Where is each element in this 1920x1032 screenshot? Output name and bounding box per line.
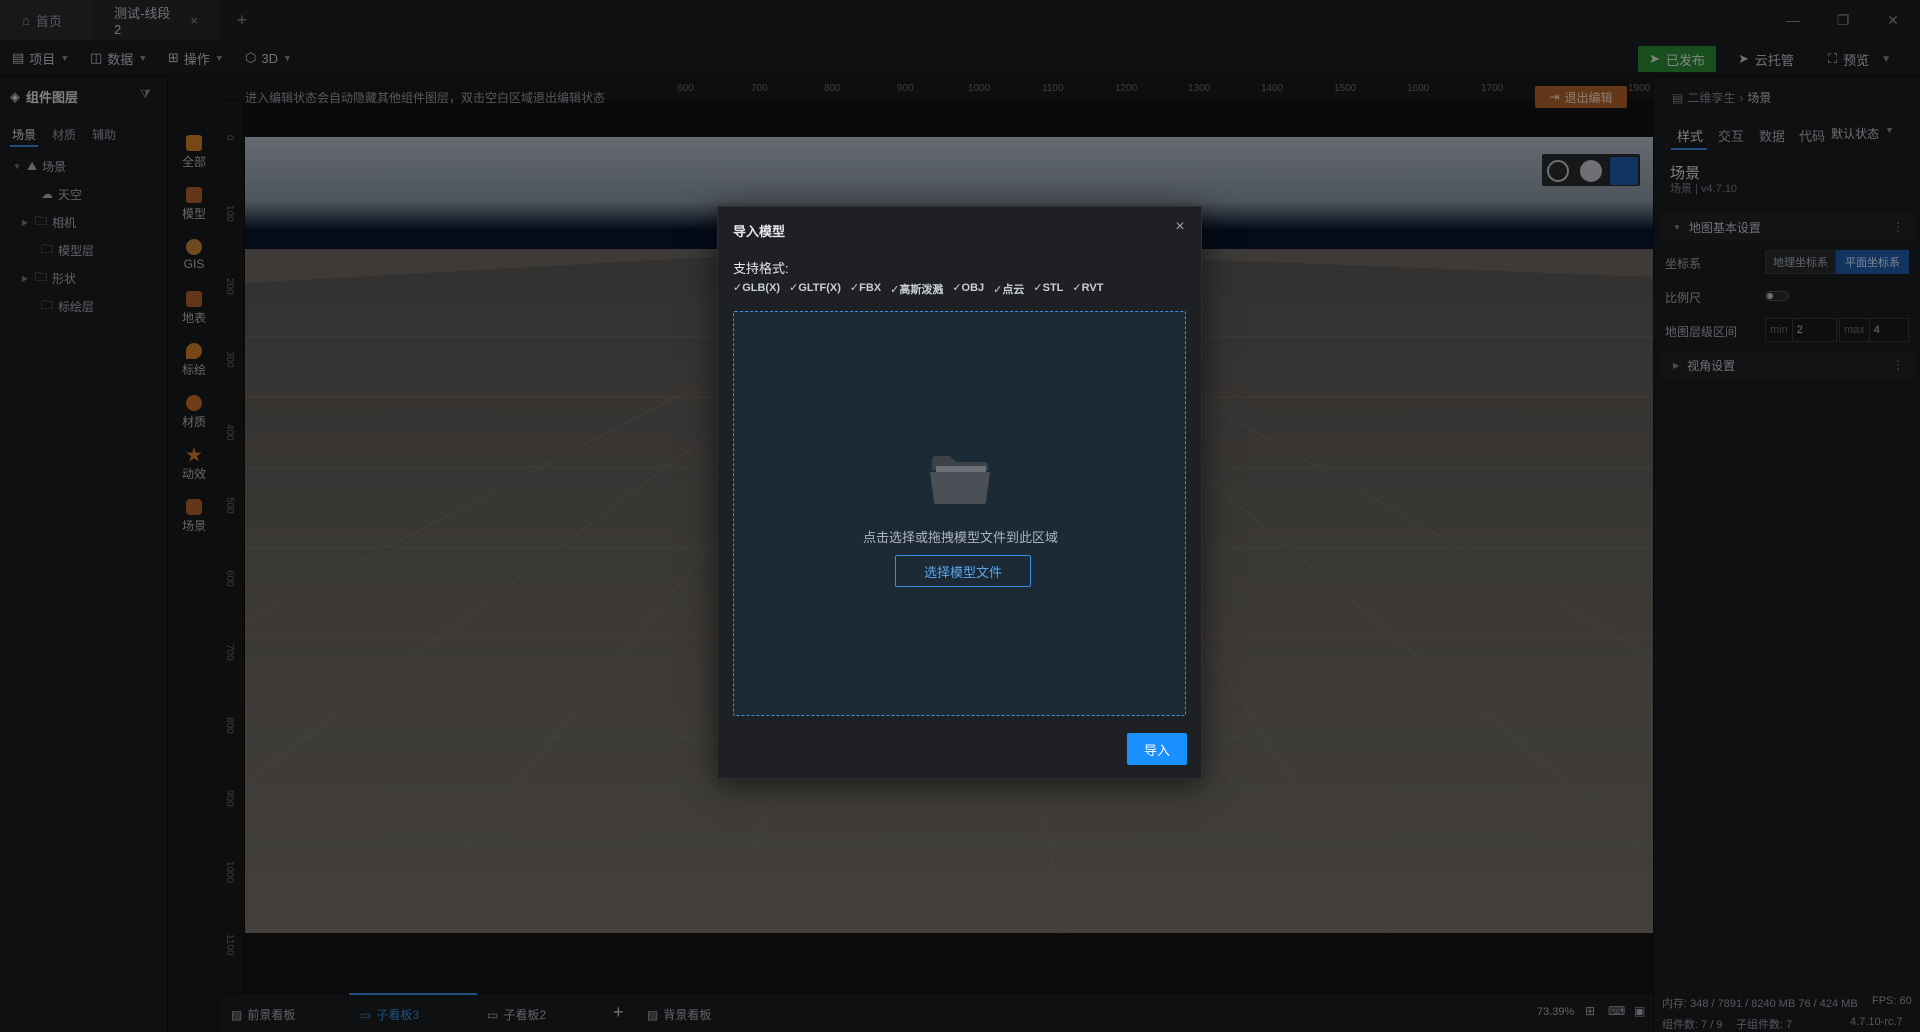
folder-icon — [930, 456, 990, 504]
import-button[interactable]: 导入 — [1127, 733, 1187, 765]
formats-list: ✓GLB(X) ✓GLTF(X) ✓FBX ✓高斯泼溅 ✓OBJ ✓点云 ✓ST… — [733, 281, 1103, 297]
format-item: ✓OBJ — [952, 282, 985, 294]
close-icon[interactable]: × — [1172, 219, 1188, 235]
drop-zone-text: 点击选择或拖拽模型文件到此区域 — [862, 530, 1058, 545]
format-item: ✓RVT — [1072, 282, 1104, 294]
formats-title: 支持格式: — [733, 261, 789, 276]
format-item: ✓GLB(X) — [733, 282, 781, 294]
format-item: ✓高斯泼溅 — [890, 284, 944, 296]
import-model-dialog: 导入模型 × 支持格式: ✓GLB(X) ✓GLTF(X) ✓FBX ✓高斯泼溅… — [717, 206, 1202, 779]
file-drop-zone[interactable]: 点击选择或拖拽模型文件到此区域 选择模型文件 — [733, 311, 1186, 716]
format-item: ✓GLTF(X) — [789, 282, 841, 294]
format-item: ✓STL — [1033, 282, 1064, 294]
choose-model-file-button[interactable]: 选择模型文件 — [895, 555, 1031, 587]
format-item: ✓FBX — [849, 282, 882, 294]
format-item: ✓点云 — [993, 284, 1025, 296]
dialog-title: 导入模型 — [733, 224, 786, 239]
